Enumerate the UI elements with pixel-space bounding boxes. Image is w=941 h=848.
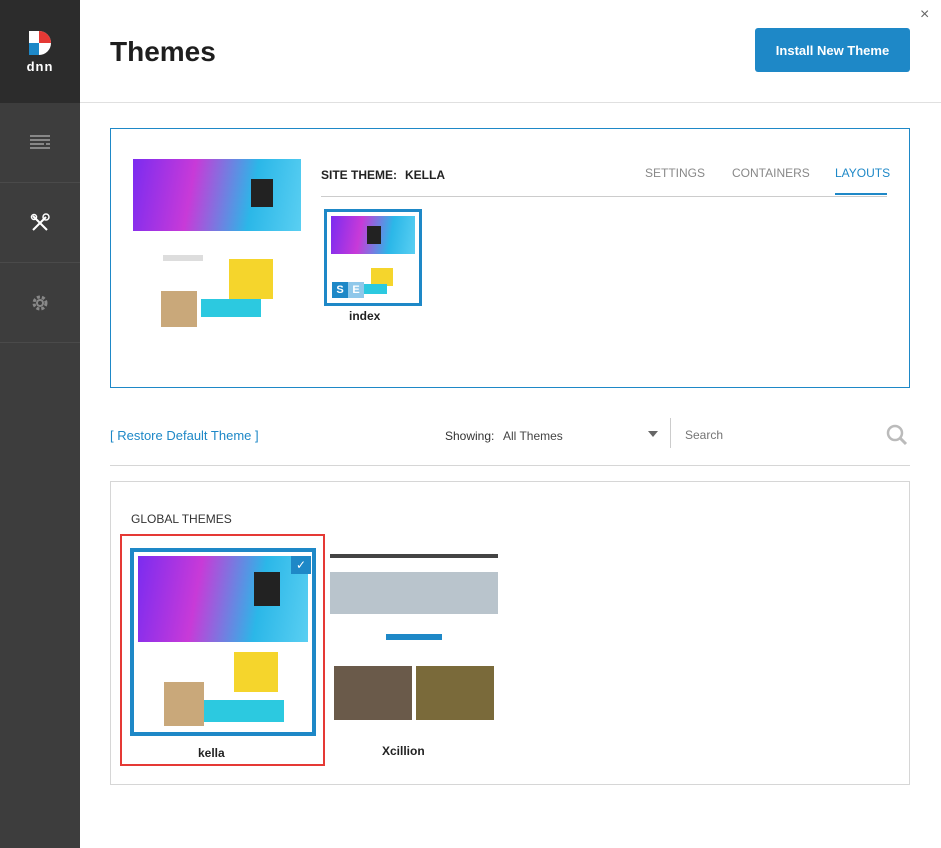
settings-icon — [32, 295, 48, 310]
tools-icon — [30, 212, 50, 231]
global-themes-heading: GLOBAL THEMES — [131, 512, 232, 526]
sidebar-item-pages[interactable] — [0, 103, 80, 183]
sidebar-item-tools[interactable] — [0, 183, 80, 263]
dnn-logo[interactable]: dnn — [0, 0, 80, 103]
global-themes-panel: GLOBAL THEMES ✓ kella Xcillion — [110, 481, 910, 785]
dnn-logo-icon — [29, 31, 51, 55]
tab-containers[interactable]: CONTAINERS — [732, 166, 810, 180]
search-input[interactable] — [685, 424, 875, 446]
site-theme-panel: SITE THEME: KELLA SETTINGS CONTAINERS LA… — [110, 128, 910, 388]
tab-active-indicator — [835, 193, 887, 195]
toolbar-divider — [670, 418, 671, 448]
main-content: Themes Install New Theme × SITE THEME: K… — [80, 0, 941, 848]
site-theme-preview — [133, 159, 301, 329]
site-theme-label: SITE THEME: — [321, 168, 398, 182]
layout-card-index[interactable]: S E — [324, 209, 422, 306]
showing-dropdown[interactable]: All Themes — [503, 424, 663, 448]
install-new-theme-button[interactable]: Install New Theme — [755, 28, 910, 72]
site-theme-name: KELLA — [405, 168, 445, 182]
close-icon[interactable]: × — [920, 6, 929, 24]
tab-settings[interactable]: SETTINGS — [645, 166, 705, 180]
sidebar: dnn — [0, 0, 80, 848]
showing-label: Showing: — [445, 429, 495, 443]
theme-thumb-kella: ✓ — [130, 548, 316, 736]
theme-name-kella: kella — [198, 746, 225, 760]
restore-default-theme-link[interactable]: [ Restore Default Theme ] — [110, 428, 259, 443]
showing-dropdown-value: All Themes — [503, 429, 563, 443]
theme-thumb-xcillion — [330, 554, 498, 724]
page-header: Themes Install New Theme × — [80, 0, 941, 103]
sidebar-item-settings[interactable] — [0, 263, 80, 343]
chevron-down-icon — [648, 431, 658, 437]
check-icon: ✓ — [291, 556, 311, 574]
theme-card-kella[interactable]: ✓ kella — [120, 534, 325, 766]
theme-card-xcillion[interactable]: Xcillion — [330, 554, 500, 764]
pages-icon — [30, 134, 50, 149]
layout-badge-e: E — [348, 282, 364, 298]
search-icon[interactable] — [886, 424, 908, 446]
theme-name-xcillion: Xcillion — [382, 744, 425, 758]
layout-badge-s: S — [332, 282, 348, 298]
tabs-divider — [321, 196, 887, 197]
tab-layouts[interactable]: LAYOUTS — [835, 166, 890, 180]
dnn-logo-text: dnn — [26, 59, 54, 74]
page-title: Themes — [110, 36, 216, 67]
layout-name-index: index — [349, 309, 381, 323]
themes-toolbar: [ Restore Default Theme ] Showing: All T… — [110, 416, 910, 466]
